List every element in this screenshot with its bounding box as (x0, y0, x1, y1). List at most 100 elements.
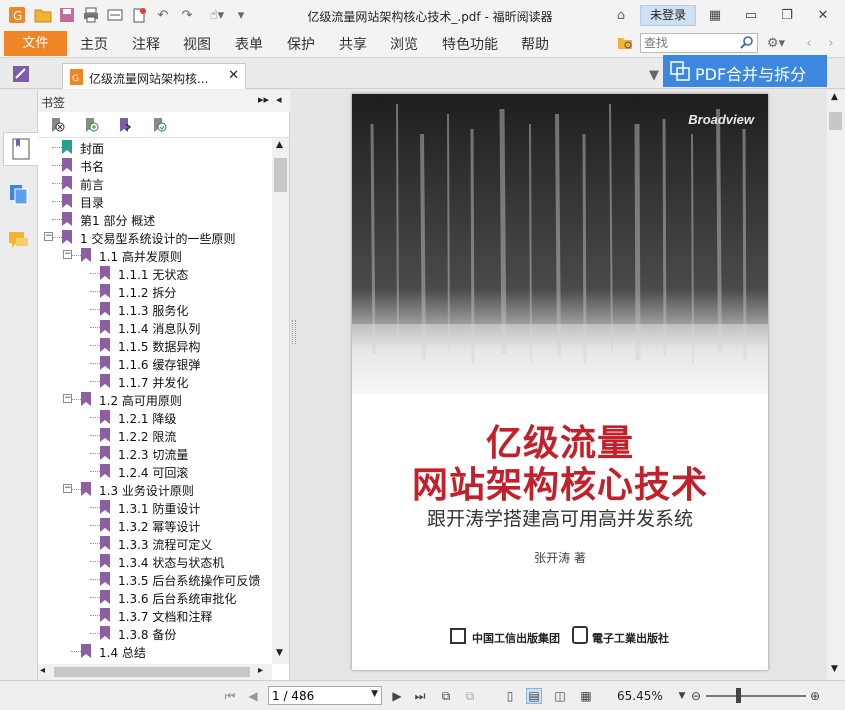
login-button[interactable]: 未登录 (640, 5, 696, 26)
menu-comment[interactable]: 注释 (132, 34, 160, 54)
doc-scroll-thumb[interactable] (829, 112, 842, 130)
bookmark-item[interactable]: 第1 部分 概述 (38, 210, 272, 228)
file-menu[interactable]: 文件 (4, 31, 67, 56)
bookmark-item[interactable]: 1.3.2 幂等设计 (38, 516, 272, 534)
customize-toolbar-icon[interactable]: ▾ (232, 7, 250, 23)
comments-panel-button[interactable] (3, 224, 35, 258)
page-number-field[interactable]: ▼ (268, 686, 382, 705)
document-tab[interactable]: G 亿级流量网站架构核... ✕ (62, 63, 246, 89)
expand-panel-icon[interactable]: ▸▸ (258, 93, 269, 106)
scroll-down-icon[interactable]: ▼ (276, 648, 283, 658)
scroll-right-icon[interactable]: ▸ (258, 665, 263, 676)
undo-icon[interactable]: ↶ (154, 7, 172, 23)
menu-protect[interactable]: 保护 (287, 34, 315, 54)
menu-share[interactable]: 共享 (339, 34, 367, 54)
pdf-merge-split-button[interactable]: PDF合并与拆分 (663, 55, 827, 87)
search-input[interactable] (641, 34, 737, 52)
doc-scroll-down-icon[interactable]: ▼ (831, 664, 838, 674)
single-page-view-icon[interactable]: ▯ (502, 688, 518, 704)
bookmark-item[interactable]: 目录 (38, 192, 272, 210)
bookmark-item[interactable]: 1.1.6 缓存银弹 (38, 354, 272, 372)
menu-view[interactable]: 视图 (183, 34, 211, 54)
bookmark-item[interactable]: 1.1.5 数据异构 (38, 336, 272, 354)
settings-gear-icon[interactable]: ⚙▾ (763, 35, 789, 51)
scan-icon[interactable] (106, 7, 124, 23)
bookmark-item[interactable]: 1.3.5 后台系统操作可反馈 (38, 570, 272, 588)
bookmark-item[interactable]: 1.2.3 切流量 (38, 444, 272, 462)
bookmark-item[interactable]: 1.3.8 备份 (38, 624, 272, 642)
bookmark-item[interactable]: 1.4 总结 (38, 642, 272, 660)
print-icon[interactable] (82, 7, 100, 23)
zoom-out-icon[interactable]: ⊖ (688, 688, 704, 704)
search-icon[interactable] (740, 35, 754, 52)
open-folder-icon[interactable] (34, 7, 52, 23)
bookmark-item[interactable]: 1.3.7 文档和注释 (38, 606, 272, 624)
menu-browse[interactable]: 浏览 (390, 34, 418, 54)
folder-search-icon[interactable] (616, 35, 634, 51)
bookmark-item[interactable]: − 1.1 高并发原则 (38, 246, 272, 264)
start-page-icon[interactable] (12, 66, 30, 82)
facing-view-icon[interactable]: ◫ (552, 688, 568, 704)
bookmark-item[interactable]: 1.1.1 无状态 (38, 264, 272, 282)
bookmarks-panel-button[interactable] (3, 132, 38, 166)
bookmark-item[interactable]: 1.1.2 拆分 (38, 282, 272, 300)
bookmark-item[interactable]: 1.2.2 限流 (38, 426, 272, 444)
next-view-icon[interactable]: ⧉ (462, 688, 478, 704)
bookmark-item[interactable]: 1.1.3 服务化 (38, 300, 272, 318)
zoom-slider[interactable] (706, 695, 806, 697)
redo-icon[interactable]: ↷ (178, 7, 196, 23)
first-page-icon[interactable]: ⏮ (222, 688, 238, 704)
collapse-panel-icon[interactable]: ◂ (276, 93, 282, 106)
hand-tool-icon[interactable]: ☝▾ (202, 7, 232, 23)
menu-form[interactable]: 表单 (235, 34, 263, 54)
close-tab-icon[interactable]: ✕ (228, 68, 239, 83)
zoom-in-icon[interactable]: ⊕ (807, 688, 823, 704)
bookmark-vertical-scrollbar[interactable]: ▲ ▼ (272, 138, 289, 664)
next-page-icon[interactable]: ▶ (389, 688, 405, 704)
document-vertical-scrollbar[interactable]: ▲ ▼ (827, 90, 845, 680)
close-window-button[interactable]: ✕ (810, 5, 836, 25)
last-page-icon[interactable]: ⏭ (412, 688, 428, 704)
add-bookmark-icon[interactable] (82, 116, 100, 134)
document-view[interactable]: Broadview 亿级流量 网站架构核心技术 跟开涛学搭建高可用高并发系统 张… (291, 90, 827, 680)
layout-grid-icon[interactable]: ▦ (702, 5, 728, 25)
page-dropdown-icon[interactable]: ▼ (371, 689, 378, 699)
minimize-button[interactable]: ▭ (738, 5, 764, 25)
bookmark-item[interactable]: 1.3.6 后台系统审批化 (38, 588, 272, 606)
bookmark-hscroll-thumb[interactable] (54, 667, 250, 677)
collapse-toggle-icon[interactable]: − (63, 484, 72, 493)
menu-help[interactable]: 帮助 (521, 34, 549, 54)
doc-scroll-up-icon[interactable]: ▲ (831, 92, 838, 102)
bookmark-item[interactable]: 书名 (38, 156, 272, 174)
bookmark-item[interactable]: 1.3.4 状态与状态机 (38, 552, 272, 570)
bookmark-horizontal-scrollbar[interactable]: ◂ ▸ (38, 664, 272, 680)
continuous-view-icon[interactable]: ▤ (526, 688, 542, 704)
save-icon[interactable] (58, 7, 76, 23)
zoom-level[interactable]: 65.45% (617, 689, 663, 703)
search-field[interactable] (640, 33, 758, 53)
bookmark-item[interactable]: 1.3.1 防重设计 (38, 498, 272, 516)
bookmark-item[interactable]: − 1.3 业务设计原则 (38, 480, 272, 498)
bookmark-item[interactable]: − 1 交易型系统设计的一些原则 (38, 228, 272, 246)
nav-forward-icon[interactable]: › (822, 35, 840, 51)
tab-list-dropdown-icon[interactable]: ▼ (645, 67, 663, 83)
find-bookmark-icon[interactable] (150, 116, 168, 134)
bookmark-scroll-thumb[interactable] (274, 158, 287, 192)
bookmark-item[interactable]: 封面 (38, 138, 272, 156)
menu-home[interactable]: 主页 (80, 34, 108, 54)
bookmark-item[interactable]: 1.1.4 消息队列 (38, 318, 272, 336)
previous-view-icon[interactable]: ⧉ (438, 688, 454, 704)
zoom-slider-thumb[interactable] (736, 688, 741, 703)
home-shortcut-icon[interactable]: ⌂ (612, 7, 630, 23)
previous-page-icon[interactable]: ◀ (245, 688, 261, 704)
page-number-input[interactable] (269, 687, 369, 704)
collapse-toggle-icon[interactable]: − (63, 394, 72, 403)
bookmark-item[interactable]: 1.1.7 并发化 (38, 372, 272, 390)
expand-bookmark-icon[interactable] (116, 116, 134, 134)
nav-back-icon[interactable]: ‹ (800, 35, 818, 51)
restore-button[interactable]: ❐ (774, 5, 800, 25)
panel-splitter[interactable] (292, 320, 296, 344)
menu-features[interactable]: 特色功能 (442, 34, 498, 54)
new-document-icon[interactable] (130, 7, 148, 23)
bookmark-item[interactable]: 1.2.1 降级 (38, 408, 272, 426)
